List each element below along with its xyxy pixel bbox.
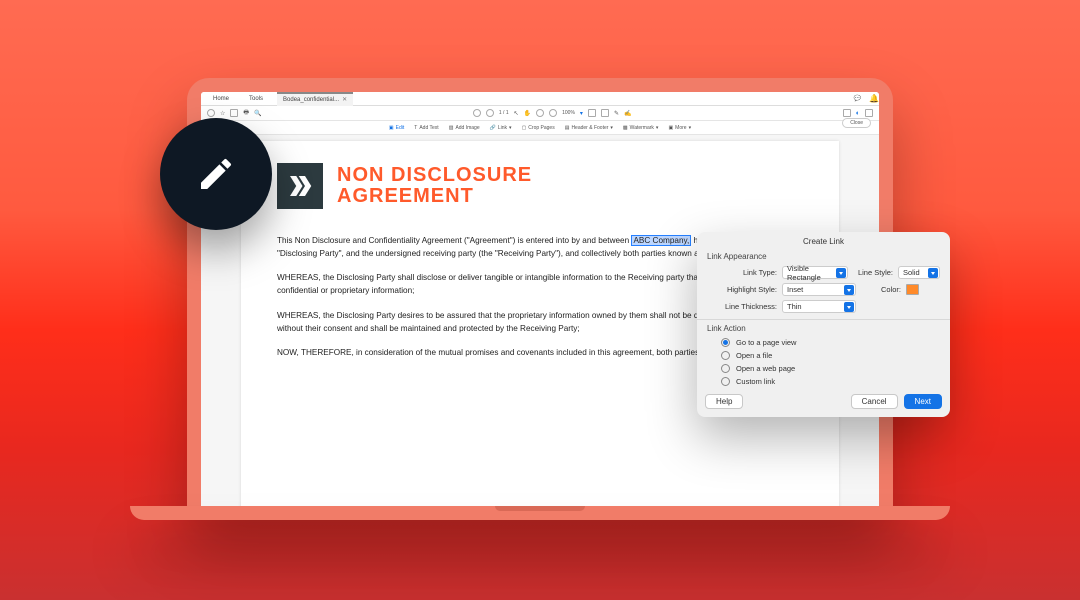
edit-badge — [160, 118, 272, 230]
sign-icon[interactable]: ✍ — [624, 110, 631, 117]
radio-icon — [721, 364, 730, 373]
color-swatch[interactable] — [906, 284, 919, 295]
crop-tool[interactable]: ▢ Crop Pages — [522, 125, 555, 131]
tab-file[interactable]: Bodea_confidential... ✕ — [277, 92, 353, 106]
radio-icon — [721, 377, 730, 386]
line-style-label: Line Style: — [853, 268, 893, 277]
chevron-down-icon — [836, 268, 846, 278]
print-icon[interactable]: 🖶 — [243, 108, 249, 118]
page-indicator: 1 / 1 — [499, 110, 509, 116]
line-thickness-label: Line Thickness: — [707, 302, 777, 311]
link-appearance-label: Link Appearance — [697, 250, 950, 264]
close-tab-icon[interactable]: ✕ — [342, 96, 347, 103]
chevron-down-icon — [928, 268, 938, 278]
comment-icon[interactable] — [601, 109, 609, 117]
radio-open-file[interactable]: Open a file — [697, 349, 950, 362]
close-button[interactable]: Close — [842, 118, 871, 128]
page-view-icon[interactable] — [588, 109, 596, 117]
link-action-label: Link Action — [697, 322, 950, 336]
more-icon[interactable] — [865, 109, 873, 117]
menu-icon[interactable] — [207, 109, 215, 117]
radio-icon — [721, 351, 730, 360]
header-footer-tool[interactable]: ▤ Header & Footer▾ — [565, 125, 613, 131]
bell-icon[interactable]: 🔔 — [869, 94, 879, 103]
tab-home[interactable]: Home — [207, 92, 235, 106]
account-icon[interactable]: ◐ — [856, 110, 860, 117]
color-label: Color: — [861, 285, 901, 294]
create-link-dialog: Create Link Link Appearance Link Type: V… — [697, 232, 950, 417]
chevron-down-icon — [844, 285, 854, 295]
save-icon[interactable] — [230, 109, 238, 117]
document-title: NON DISCLOSURE AGREEMENT — [337, 165, 532, 207]
highlight-icon[interactable]: ✎ — [614, 110, 619, 117]
page-up-icon[interactable] — [473, 109, 481, 117]
main-toolbar: ☆ 🖶 🔍 1 / 1 ↖ ✋ 100% ▾ ✎ ✍ — [201, 106, 879, 121]
add-image-tool[interactable]: ▧ Add Image — [449, 125, 480, 131]
help-button[interactable]: Help — [705, 394, 743, 409]
radio-page-view[interactable]: Go to a page view — [697, 336, 950, 349]
cancel-button[interactable]: Cancel — [851, 394, 898, 409]
select-tool-icon[interactable]: ▾ — [580, 110, 583, 117]
share-icon[interactable] — [843, 109, 851, 117]
selected-text[interactable]: ABC Company, — [631, 235, 691, 246]
next-button[interactable]: Next — [904, 394, 942, 409]
radio-custom[interactable]: Custom link — [697, 375, 950, 388]
highlight-style-select[interactable]: Inset — [782, 283, 856, 296]
edit-tool[interactable]: ▣ Edit — [389, 125, 404, 131]
company-logo — [277, 163, 323, 209]
search-icon[interactable]: 🔍 — [254, 110, 261, 117]
link-tool[interactable]: 🔗 Link▾ — [490, 125, 512, 131]
highlight-style-label: Highlight Style: — [707, 285, 777, 294]
star-icon[interactable]: ☆ — [220, 110, 225, 117]
page-down-icon[interactable] — [486, 109, 494, 117]
watermark-tool[interactable]: ▩ Watermark▾ — [623, 125, 659, 131]
hand-icon[interactable]: ✋ — [524, 110, 531, 117]
tab-tools[interactable]: Tools — [243, 92, 269, 106]
zoom-level: 100% — [562, 110, 575, 116]
radio-icon — [721, 338, 730, 347]
zoom-out-icon[interactable] — [536, 109, 544, 117]
zoom-in-icon[interactable] — [549, 109, 557, 117]
line-thickness-select[interactable]: Thin — [782, 300, 856, 313]
more-tool[interactable]: ▣ More▾ — [668, 125, 691, 131]
tab-bar: Home Tools Bodea_confidential... ✕ 💬 🔔 — [201, 92, 879, 106]
laptop-base — [130, 506, 950, 520]
line-style-select[interactable]: Solid — [898, 266, 940, 279]
link-type-select[interactable]: Visible Rectangle — [782, 266, 848, 279]
chevron-down-icon — [844, 302, 854, 312]
dialog-title: Create Link — [697, 232, 950, 250]
edit-toolbar: ▣ Edit T Add Text ▧ Add Image 🔗 Link▾ ▢ … — [201, 121, 879, 135]
add-text-tool[interactable]: T Add Text — [414, 125, 438, 131]
chat-icon[interactable]: 💬 — [854, 95, 861, 102]
tab-file-label: Bodea_confidential... — [283, 97, 339, 103]
pencil-icon — [196, 154, 236, 194]
cursor-icon[interactable]: ↖ — [514, 110, 519, 117]
radio-open-web[interactable]: Open a web page — [697, 362, 950, 375]
link-type-label: Link Type: — [707, 268, 777, 277]
